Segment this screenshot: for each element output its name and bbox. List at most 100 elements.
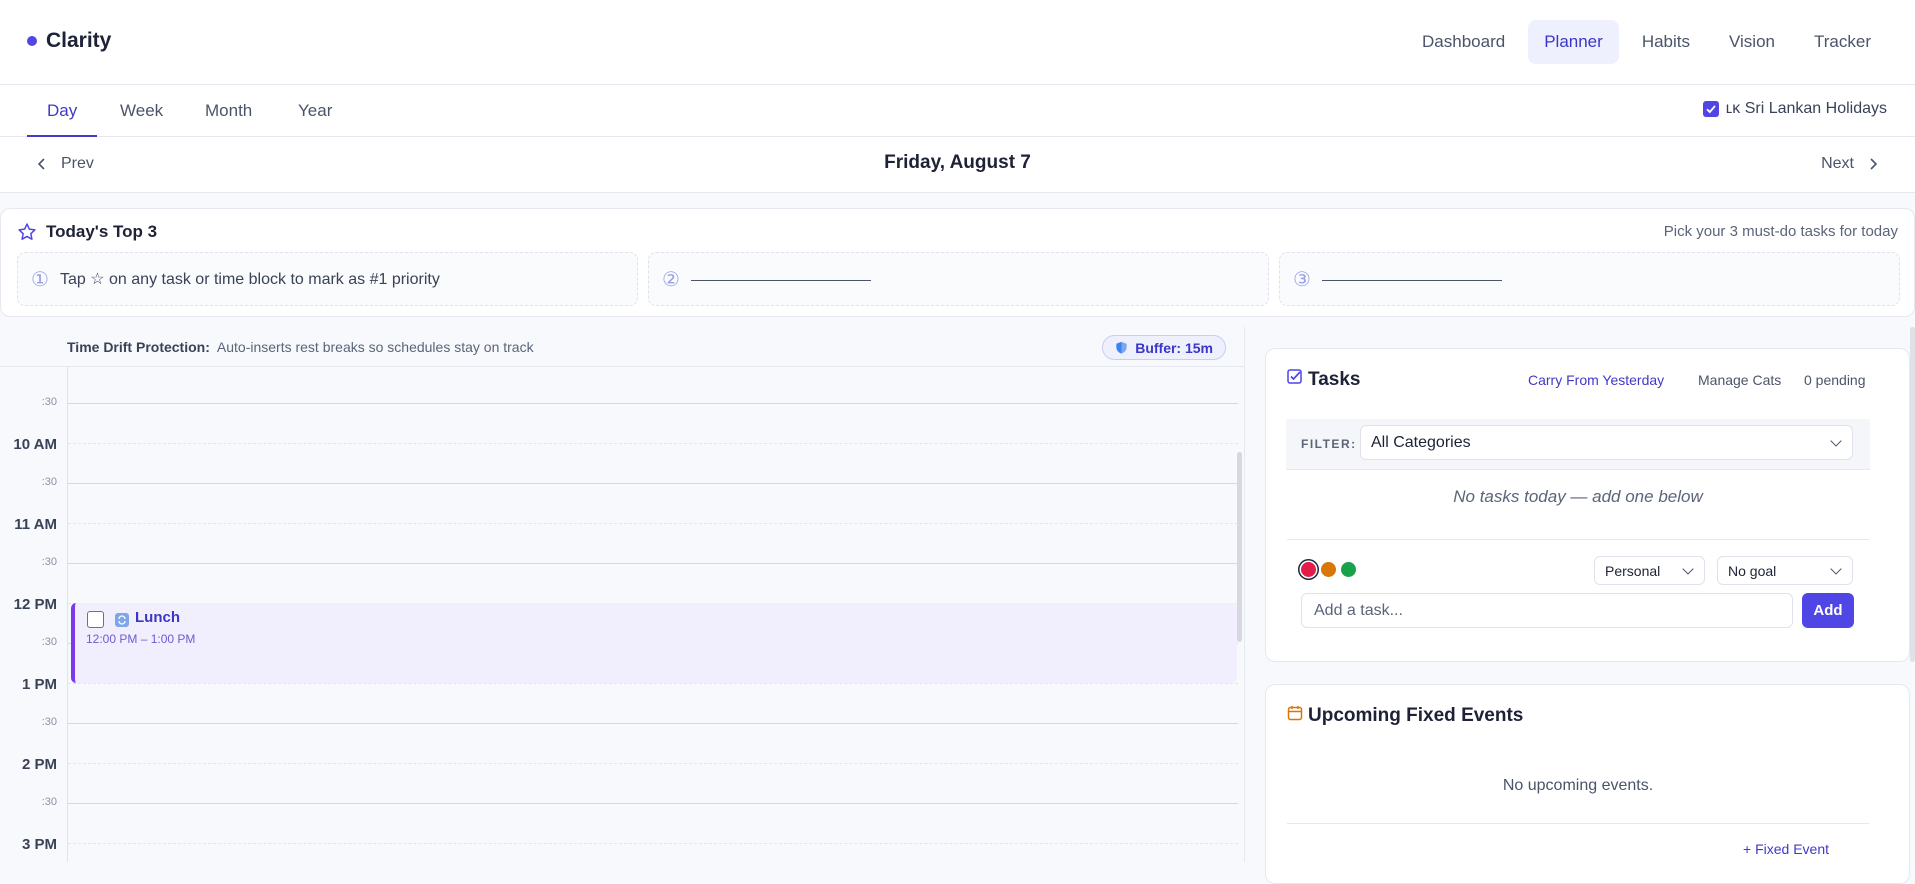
- add-task-input[interactable]: [1301, 593, 1793, 628]
- chevron-down-icon: [1830, 434, 1842, 447]
- hour-line: [68, 723, 1238, 724]
- add-fixed-event-link[interactable]: + Fixed Event: [1743, 841, 1829, 857]
- hour-line: [68, 403, 1238, 404]
- priority-medium-dot[interactable]: [1321, 562, 1336, 577]
- nav-vision[interactable]: Vision: [1713, 20, 1791, 64]
- chevron-right-icon: [1870, 158, 1878, 170]
- top3-card: Today's Top 3 Pick your 3 must-do tasks …: [0, 208, 1915, 317]
- event-block-lunch[interactable]: Lunch 12:00 PM – 1:00 PM: [71, 603, 1237, 683]
- half-hour-line: [68, 523, 1238, 524]
- carry-from-yesterday-link[interactable]: Carry From Yesterday: [1528, 372, 1664, 388]
- nav-tracker[interactable]: Tracker: [1798, 20, 1887, 64]
- brand[interactable]: Clarity: [27, 29, 111, 53]
- tasks-title: Tasks: [1308, 369, 1361, 390]
- slot-number: ②: [662, 268, 680, 291]
- calendar-icon: [1287, 706, 1303, 721]
- slot-text: Tap ☆ on any task or time block to mark …: [60, 271, 440, 288]
- top3-title: Today's Top 3: [46, 222, 158, 241]
- fixed-events-heading: Upcoming Fixed Events: [1287, 705, 1523, 727]
- nav-habits[interactable]: Habits: [1626, 20, 1706, 64]
- app-header: Clarity Dashboard Planner Habits Vision …: [0, 0, 1915, 85]
- top3-slot-3[interactable]: ③: [1279, 252, 1900, 306]
- holidays-toggle[interactable]: ʟᴋ Sri Lankan Holidays: [1702, 100, 1887, 118]
- calendar-scrollbar[interactable]: [1237, 452, 1242, 642]
- next-button[interactable]: Next: [1821, 155, 1880, 173]
- chevron-down-icon: [1830, 562, 1842, 575]
- chevron-down-icon: [1682, 562, 1694, 575]
- priority-low-dot[interactable]: [1341, 562, 1356, 577]
- nav-dashboard[interactable]: Dashboard: [1406, 20, 1521, 64]
- pending-count: 0 pending: [1804, 372, 1866, 388]
- event-time: 12:00 PM – 1:00 PM: [86, 632, 196, 646]
- slot-number: ③: [1293, 268, 1311, 291]
- time-label: :30: [41, 396, 57, 408]
- half-hour-line: [68, 843, 1238, 844]
- time-label: 11 AM: [14, 516, 57, 533]
- tab-year[interactable]: Year: [278, 85, 352, 137]
- time-label: 2 PM: [21, 756, 57, 773]
- time-axis: [67, 367, 68, 862]
- tab-week[interactable]: Week: [100, 85, 183, 137]
- star-icon: [18, 223, 36, 240]
- app-name: Clarity: [46, 29, 112, 52]
- time-label: 3 PM: [21, 836, 57, 853]
- view-tabs: Day Week Month Year: [0, 85, 1915, 137]
- tasks-heading: Tasks: [1287, 369, 1360, 391]
- nav-planner[interactable]: Planner: [1528, 20, 1619, 64]
- category-filter-value: All Categories: [1371, 433, 1471, 451]
- tasks-empty-message: No tasks today — add one below: [1453, 487, 1703, 506]
- brand-dot-icon: [27, 36, 37, 46]
- buffer-badge[interactable]: Buffer: 15m: [1102, 335, 1226, 360]
- hour-line: [68, 483, 1238, 484]
- half-hour-line: [68, 683, 1238, 684]
- divider: [1287, 823, 1869, 824]
- slot-placeholder-line: [691, 279, 871, 281]
- time-label: :30: [41, 636, 57, 648]
- filter-label: FILTER:: [1301, 437, 1357, 451]
- fixed-events-title: Upcoming Fixed Events: [1308, 705, 1524, 726]
- fixed-events-empty-message: No upcoming events.: [1502, 777, 1654, 794]
- time-label: :30: [41, 796, 57, 808]
- add-task-button[interactable]: Add: [1802, 593, 1854, 628]
- holidays-checkbox[interactable]: [1702, 101, 1719, 117]
- top3-heading: Today's Top 3: [17, 222, 157, 242]
- check-icon: [1706, 105, 1716, 114]
- task-category-select[interactable]: Personal: [1594, 556, 1705, 585]
- task-goal-value: No goal: [1728, 562, 1777, 579]
- manage-cats-link[interactable]: Manage Cats: [1698, 372, 1781, 388]
- half-hour-line: [68, 443, 1238, 444]
- time-label: 1 PM: [21, 676, 57, 693]
- time-label: :30: [41, 556, 57, 568]
- buffer-label: Buffer: 15m: [1135, 339, 1213, 356]
- repeat-icon: [115, 613, 129, 627]
- shield-icon: [1116, 341, 1127, 354]
- category-filter-select[interactable]: All Categories: [1360, 425, 1853, 460]
- current-date: Friday, August 7: [884, 152, 1031, 173]
- task-goal-select[interactable]: No goal: [1717, 556, 1853, 585]
- priority-high-dot[interactable]: [1301, 562, 1316, 577]
- tab-day[interactable]: Day: [27, 85, 98, 137]
- time-label: :30: [41, 476, 57, 488]
- drift-description: Auto-inserts rest breaks so schedules st…: [216, 339, 534, 355]
- event-checkbox[interactable]: [87, 611, 104, 628]
- task-category-value: Personal: [1605, 562, 1661, 579]
- top3-slot-2[interactable]: ②: [648, 252, 1269, 306]
- holidays-label: ʟᴋ Sri Lankan Holidays: [1725, 100, 1887, 117]
- drift-bar: Time Drift Protection: Auto-inserts rest…: [0, 327, 1244, 367]
- tab-month[interactable]: Month: [185, 85, 272, 137]
- divider: [1287, 539, 1869, 540]
- day-calendar[interactable]: :30 10 AM :30 11 AM :30 12 PM :30 1 PM :…: [0, 367, 1244, 862]
- hour-line: [68, 563, 1238, 564]
- page-scrollbar[interactable]: [1910, 327, 1915, 662]
- drift-label: Time Drift Protection:: [67, 339, 210, 355]
- top3-hint: Pick your 3 must-do tasks for today: [1663, 223, 1898, 240]
- top3-slot-1[interactable]: ① Tap ☆ on any task or time block to mar…: [17, 252, 638, 306]
- time-label: 10 AM: [13, 436, 57, 453]
- half-hour-line: [68, 763, 1238, 764]
- drift-text: Time Drift Protection: Auto-inserts rest…: [67, 339, 534, 355]
- slot-number: ①: [31, 268, 49, 291]
- event-name: Lunch: [135, 609, 180, 626]
- time-label: :30: [41, 716, 57, 728]
- next-label: Next: [1821, 155, 1854, 172]
- slot-placeholder-line: [1322, 279, 1502, 281]
